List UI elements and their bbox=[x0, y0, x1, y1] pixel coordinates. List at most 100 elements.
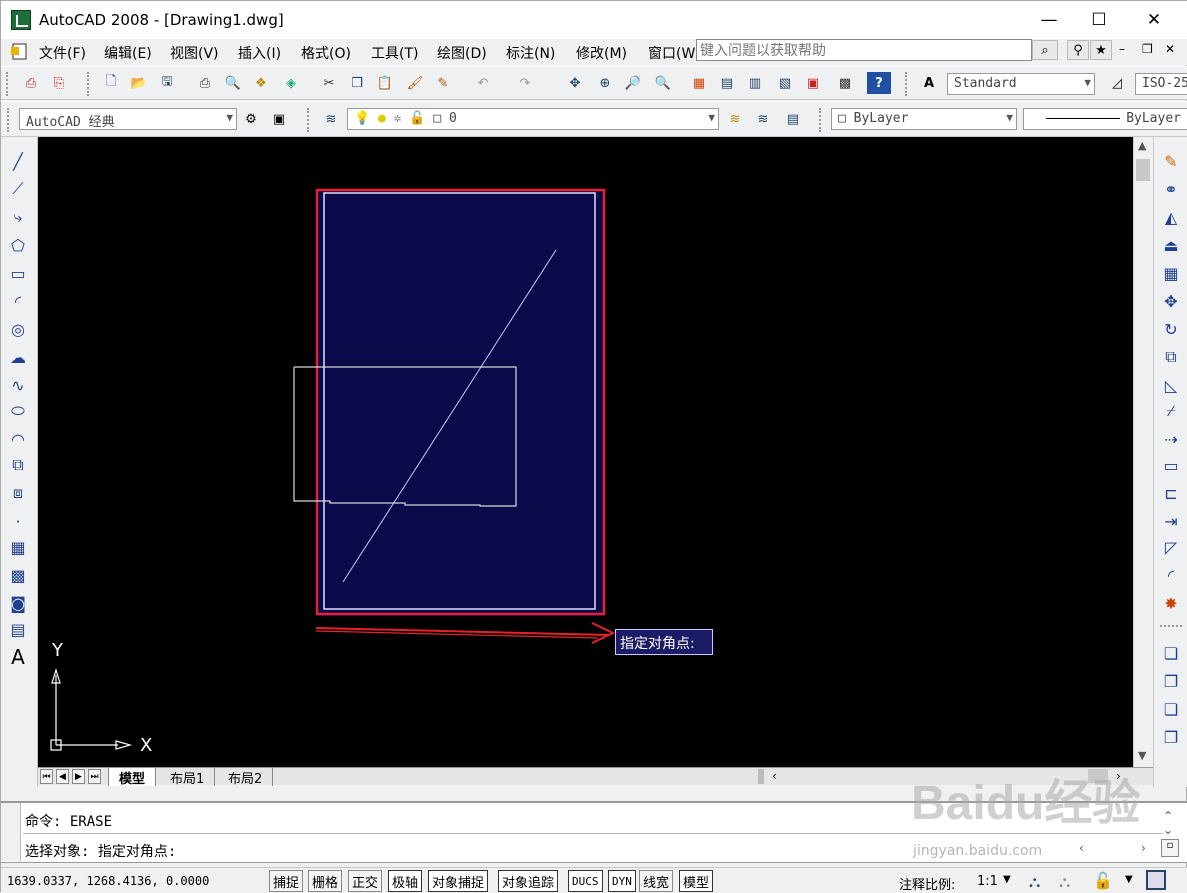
offset-icon[interactable]: ⏏ bbox=[1159, 233, 1183, 257]
dyn-toggle[interactable]: DYN bbox=[608, 870, 636, 892]
snap-toggle[interactable]: 捕捉 bbox=[269, 870, 304, 892]
cmd-scroll-up-icon[interactable]: ⌃ bbox=[1163, 809, 1173, 823]
search-icon[interactable]: ⌕ bbox=[1032, 40, 1058, 60]
zoom-realtime-icon[interactable]: ⊕ bbox=[593, 72, 617, 94]
arc-icon[interactable]: ◜ bbox=[6, 289, 30, 313]
minimize-button[interactable]: — bbox=[1024, 1, 1074, 39]
move-icon[interactable]: ✥ bbox=[1159, 289, 1183, 313]
menu-tools[interactable]: 工具(T) bbox=[371, 43, 418, 63]
pan-icon[interactable]: ✥ bbox=[563, 72, 587, 94]
draworder-front-icon[interactable]: ❏ bbox=[1159, 641, 1183, 665]
point-icon[interactable]: · bbox=[6, 509, 30, 533]
region-icon[interactable]: ◙ bbox=[6, 591, 30, 615]
spline-icon[interactable]: ∿ bbox=[6, 373, 30, 397]
scroll-thumb[interactable] bbox=[1136, 159, 1150, 181]
cmd-scroll-down-icon[interactable]: ⌄ bbox=[1163, 823, 1173, 837]
maximize-button[interactable]: ☐ bbox=[1074, 1, 1124, 39]
menu-draw[interactable]: 绘图(D) bbox=[437, 43, 487, 63]
rotate-icon[interactable]: ↻ bbox=[1159, 317, 1183, 341]
polygon-icon[interactable]: ⬠ bbox=[6, 233, 30, 257]
match-properties-icon[interactable]: 🖌 bbox=[403, 72, 427, 94]
menu-format[interactable]: 格式(O) bbox=[301, 43, 351, 63]
coordinate-readout[interactable]: 1639.0337, 1268.4136, 0.0000 bbox=[7, 874, 209, 888]
save-icon[interactable]: 🖫 bbox=[155, 72, 179, 94]
scale-icon[interactable]: ⧉ bbox=[1159, 345, 1183, 369]
tool-palettes-icon[interactable]: ▥ bbox=[743, 72, 767, 94]
status-menu-chevron-icon[interactable]: ▼ bbox=[1125, 874, 1133, 885]
menu-edit[interactable]: 编辑(E) bbox=[104, 43, 152, 63]
table-icon[interactable]: ▤ bbox=[6, 617, 30, 641]
trim-icon[interactable]: ⌿ bbox=[1159, 399, 1183, 423]
open-file-icon[interactable]: 📂 bbox=[127, 72, 151, 94]
polar-toggle[interactable]: 极轴 bbox=[388, 870, 423, 892]
layer-states-icon[interactable]: ▤ bbox=[781, 108, 805, 130]
cmd-scroll-right-icon[interactable]: › bbox=[1141, 841, 1146, 855]
grid-toggle[interactable]: 栅格 bbox=[308, 870, 343, 892]
array-icon[interactable]: ▦ bbox=[1159, 261, 1183, 285]
save-workspace-icon[interactable]: ▣ bbox=[267, 108, 291, 130]
last-tab-icon[interactable]: ⏭ bbox=[88, 769, 101, 784]
document-icon[interactable] bbox=[11, 43, 29, 61]
chevron-down-icon[interactable]: ▼ bbox=[1003, 874, 1011, 885]
toolbar-grip[interactable] bbox=[1160, 625, 1182, 627]
ducs-toggle[interactable]: DUCS bbox=[568, 870, 603, 892]
menu-view[interactable]: 视图(V) bbox=[170, 43, 219, 63]
clean-screen-icon[interactable] bbox=[1146, 870, 1166, 890]
cut-icon[interactable]: ✂ bbox=[317, 72, 341, 94]
copy-object-icon[interactable]: ⚭ bbox=[1159, 177, 1183, 201]
copy-icon[interactable]: ❐ bbox=[345, 72, 369, 94]
chamfer-icon[interactable]: ◸ bbox=[1159, 535, 1183, 559]
line-icon[interactable]: ╱ bbox=[6, 149, 30, 173]
tab-layout1[interactable]: 布局1 bbox=[160, 768, 216, 787]
drawing-canvas[interactable]: Y X 指定对角点: bbox=[38, 137, 1133, 767]
workspace-select[interactable]: AutoCAD 经典 ▼ bbox=[19, 108, 237, 130]
sheet-set-icon[interactable]: ▧ bbox=[773, 72, 797, 94]
make-layer-current-icon[interactable]: ≋ bbox=[723, 108, 747, 130]
fillet-icon[interactable]: ◜ bbox=[1159, 563, 1183, 587]
calculator-icon[interactable]: ▩ bbox=[833, 72, 857, 94]
mirror-icon[interactable]: ◭ bbox=[1159, 205, 1183, 229]
ellipse-arc-icon[interactable]: ◠ bbox=[6, 427, 30, 451]
hatch-icon[interactable]: ▦ bbox=[6, 535, 30, 559]
publish-pdf-icon[interactable]: ⎙ bbox=[19, 72, 43, 94]
break-icon[interactable]: ⊏ bbox=[1159, 481, 1183, 505]
scroll-down-icon[interactable]: ▼ bbox=[1138, 749, 1146, 762]
auto-scale-icon[interactable]: ⛬ bbox=[1059, 872, 1070, 892]
join-icon[interactable]: ⇥ bbox=[1159, 509, 1183, 533]
3d-dwf-icon[interactable]: ◈ bbox=[279, 72, 303, 94]
block-editor-icon[interactable]: ✎ bbox=[431, 72, 455, 94]
toolbar-grip[interactable] bbox=[819, 108, 823, 132]
annotation-visibility-icon[interactable]: ⛬ bbox=[1029, 872, 1040, 892]
layer-manager-icon[interactable]: ≋ bbox=[319, 108, 343, 130]
linetype-select[interactable]: ByLayer bbox=[1023, 108, 1187, 130]
publish-dwf-icon[interactable]: ⎘ bbox=[47, 72, 71, 94]
toolbar-grip[interactable] bbox=[7, 108, 11, 132]
doc-close-button[interactable]: ✕ bbox=[1165, 42, 1175, 56]
make-block-icon[interactable]: ⧈ bbox=[6, 481, 30, 505]
menu-file[interactable]: 文件(F) bbox=[39, 43, 86, 63]
layer-previous-icon[interactable]: ≋ bbox=[751, 108, 775, 130]
menu-modify[interactable]: 修改(M) bbox=[576, 43, 627, 63]
revision-cloud-icon[interactable]: ☁ bbox=[6, 345, 30, 369]
doc-minimize-button[interactable]: – bbox=[1119, 42, 1125, 56]
prev-tab-icon[interactable]: ◀ bbox=[56, 769, 69, 784]
text-style-icon[interactable]: A bbox=[917, 72, 941, 94]
menu-dimension[interactable]: 标注(N) bbox=[506, 43, 555, 63]
redo-icon[interactable]: ↷ bbox=[513, 72, 537, 94]
design-center-icon[interactable]: ▤ bbox=[715, 72, 739, 94]
draworder-under-icon[interactable]: ❐ bbox=[1159, 725, 1183, 749]
cmd-maximize-icon[interactable]: ▫ bbox=[1161, 839, 1179, 857]
zoom-previous-icon[interactable]: 🔍 bbox=[651, 72, 675, 94]
layer-select[interactable]: 💡 ● ✲ 🔓 □ 0 ▼ bbox=[347, 108, 719, 130]
lineweight-toggle[interactable]: 线宽 bbox=[639, 870, 674, 892]
ellipse-icon[interactable]: ⬭ bbox=[6, 399, 30, 423]
plot-preview-icon[interactable]: 🔍 bbox=[221, 72, 245, 94]
text-style-select[interactable]: Standard ▼ bbox=[947, 73, 1095, 95]
otrack-toggle[interactable]: 对象追踪 bbox=[498, 870, 559, 892]
next-tab-icon[interactable]: ▶ bbox=[72, 769, 85, 784]
communication-center-icon[interactable]: ⚲ bbox=[1067, 40, 1089, 60]
toolbar-grip[interactable] bbox=[87, 72, 91, 96]
dim-style-select[interactable]: ISO-25 bbox=[1135, 73, 1187, 95]
zoom-window-icon[interactable]: 🔎 bbox=[621, 72, 645, 94]
autocad-app-icon[interactable] bbox=[11, 10, 31, 30]
